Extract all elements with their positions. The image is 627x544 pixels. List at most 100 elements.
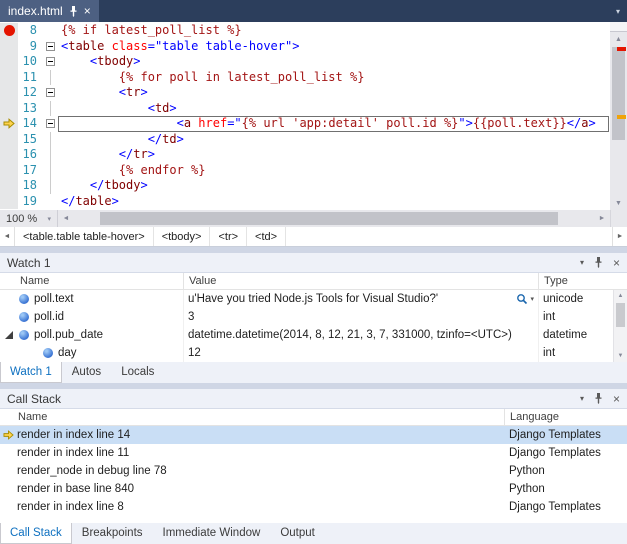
- editor-vertical-scrollbar[interactable]: ▲ ▼: [610, 22, 627, 210]
- breakpoint-margin[interactable]: [0, 147, 18, 163]
- breadcrumb-item[interactable]: <table.table table-hover>: [15, 227, 154, 246]
- tab-output[interactable]: Output: [270, 523, 325, 544]
- watch-value: datetime.datetime(2014, 8, 12, 21, 3, 7,…: [188, 329, 534, 341]
- breadcrumb-item[interactable]: <tr>: [210, 227, 247, 246]
- tab-call-stack[interactable]: Call Stack: [0, 523, 72, 544]
- breakpoint-margin[interactable]: [0, 39, 18, 55]
- stack-frame-row[interactable]: render in index line 11Django Templates: [0, 444, 627, 462]
- column-header-name[interactable]: Name: [0, 409, 505, 425]
- tab-breakpoints[interactable]: Breakpoints: [72, 523, 153, 544]
- scroll-right-icon[interactable]: ►: [594, 210, 610, 227]
- stack-frame-language: Python: [505, 465, 627, 477]
- callstack-rows: render in index line 14Django Templatesr…: [0, 426, 627, 523]
- document-tab[interactable]: index.html ×: [0, 0, 99, 22]
- collapse-box-icon[interactable]: [46, 42, 55, 51]
- expander-icon[interactable]: [5, 331, 13, 339]
- window-position-chevron-icon[interactable]: ▾: [580, 258, 584, 267]
- breadcrumb-next-icon[interactable]: ►: [612, 227, 627, 246]
- scroll-up-icon[interactable]: ▲: [610, 32, 627, 46]
- breakpoint-margin[interactable]: [0, 163, 18, 179]
- zoom-selector[interactable]: 100 % ▾: [0, 210, 58, 227]
- code-line[interactable]: 16 </tr>: [0, 147, 610, 163]
- scroll-down-icon[interactable]: ▼: [610, 196, 627, 210]
- code-line[interactable]: 10 <tbody>: [0, 54, 610, 70]
- code-token: </: [148, 132, 162, 146]
- tab-list-chevron-down-icon[interactable]: ▾: [616, 7, 620, 16]
- code-line[interactable]: 12 <tr>: [0, 85, 610, 101]
- breadcrumb-item[interactable]: <td>: [247, 227, 286, 246]
- close-icon[interactable]: ×: [613, 393, 620, 405]
- stack-frame-name-cell: render_node in debug line 78: [0, 462, 505, 480]
- code-line[interactable]: 9<table class="table table-hover">: [0, 39, 610, 55]
- breakpoint-margin[interactable]: [0, 85, 18, 101]
- stack-frame-row[interactable]: render_node in debug line 78Python: [0, 462, 627, 480]
- pin-icon[interactable]: [69, 6, 78, 17]
- scrollbar-thumb[interactable]: [100, 212, 558, 225]
- scrollbar-thumb[interactable]: [616, 303, 625, 327]
- window-position-chevron-icon[interactable]: ▾: [580, 394, 584, 403]
- watch-row[interactable]: poll.textu'Have you tried Node.js Tools …: [0, 290, 613, 308]
- pin-icon[interactable]: [594, 393, 603, 404]
- fold-guide-line: [50, 163, 51, 179]
- stack-frame-row[interactable]: render in index line 14Django Templates: [0, 426, 627, 444]
- watch-row[interactable]: day12int: [0, 344, 613, 362]
- code-token: >: [169, 101, 176, 115]
- column-header-value[interactable]: Value: [184, 273, 539, 289]
- code-token: [61, 163, 119, 177]
- document-tab-bar: index.html × ▾: [0, 0, 627, 22]
- breadcrumb-item[interactable]: <tbody>: [154, 227, 211, 246]
- code-line[interactable]: 13 <td>: [0, 101, 610, 117]
- watch-panel-titlebar[interactable]: Watch 1 ▾ ×: [0, 253, 627, 273]
- tab-immediate-window[interactable]: Immediate Window: [153, 523, 271, 544]
- breakpoint-margin[interactable]: [0, 178, 18, 194]
- fold-margin: [43, 147, 58, 163]
- code-line[interactable]: 15 </td>: [0, 132, 610, 148]
- pin-icon[interactable]: [594, 257, 603, 268]
- breakpoint-margin[interactable]: [0, 132, 18, 148]
- stack-frame-row[interactable]: render in base line 840Python: [0, 480, 627, 498]
- scroll-up-icon[interactable]: ▲: [614, 290, 627, 302]
- close-icon[interactable]: ×: [613, 257, 620, 269]
- code-line[interactable]: 8{% if latest_poll_list %}: [0, 23, 610, 39]
- breakpoint-margin[interactable]: [0, 116, 18, 132]
- magnifier-icon[interactable]: [516, 293, 528, 305]
- breakpoint-margin[interactable]: [0, 23, 18, 39]
- breakpoint-icon[interactable]: [4, 25, 15, 36]
- code-line[interactable]: 14 <a href="{% url 'app:detail' poll.id …: [0, 116, 610, 132]
- scrollbar-track[interactable]: [610, 46, 627, 196]
- column-header-language[interactable]: Language: [505, 409, 627, 425]
- watch-row[interactable]: poll.pub_datedatetime.datetime(2014, 8, …: [0, 326, 613, 344]
- watch-rows: poll.textu'Have you tried Node.js Tools …: [0, 290, 613, 362]
- callstack-panel-titlebar[interactable]: Call Stack ▾ ×: [0, 389, 627, 409]
- tab-locals[interactable]: Locals: [111, 362, 164, 383]
- watch-row[interactable]: poll.id3int: [0, 308, 613, 326]
- code-editor[interactable]: 8{% if latest_poll_list %}9<table class=…: [0, 22, 627, 210]
- chevron-down-icon[interactable]: ▾: [530, 295, 534, 303]
- collapse-box-icon[interactable]: [46, 119, 55, 128]
- collapse-box-icon[interactable]: [46, 88, 55, 97]
- code-area[interactable]: 8{% if latest_poll_list %}9<table class=…: [0, 22, 610, 210]
- collapse-box-icon[interactable]: [46, 57, 55, 66]
- code-line[interactable]: 18 </tbody>: [0, 178, 610, 194]
- breakpoint-margin[interactable]: [0, 54, 18, 70]
- code-token: tr: [133, 147, 147, 161]
- watch-scrollbar[interactable]: ▲ ▼: [613, 290, 627, 362]
- breakpoint-margin[interactable]: [0, 101, 18, 117]
- breakpoint-margin[interactable]: [0, 70, 18, 86]
- scrollbar-thumb[interactable]: [612, 47, 625, 140]
- scroll-left-icon[interactable]: ◄: [58, 210, 74, 227]
- breadcrumb-prev-icon[interactable]: ◄: [0, 227, 15, 246]
- code-line[interactable]: 19</table>: [0, 194, 610, 210]
- stack-frame-row[interactable]: render in index line 8Django Templates: [0, 498, 627, 516]
- scroll-down-icon[interactable]: ▼: [614, 350, 627, 362]
- code-line[interactable]: 11 {% for poll in latest_poll_list %}: [0, 70, 610, 86]
- breakpoint-margin[interactable]: [0, 194, 18, 210]
- splitter-grip[interactable]: [610, 22, 627, 32]
- code-line[interactable]: 17 {% endfor %}: [0, 163, 610, 179]
- tab-watch-1[interactable]: Watch 1: [0, 362, 62, 383]
- horizontal-scrollbar[interactable]: [74, 210, 594, 227]
- column-header-name[interactable]: Name: [0, 273, 184, 289]
- column-header-type[interactable]: Type: [539, 273, 627, 289]
- close-icon[interactable]: ×: [84, 5, 91, 17]
- tab-autos[interactable]: Autos: [62, 362, 111, 383]
